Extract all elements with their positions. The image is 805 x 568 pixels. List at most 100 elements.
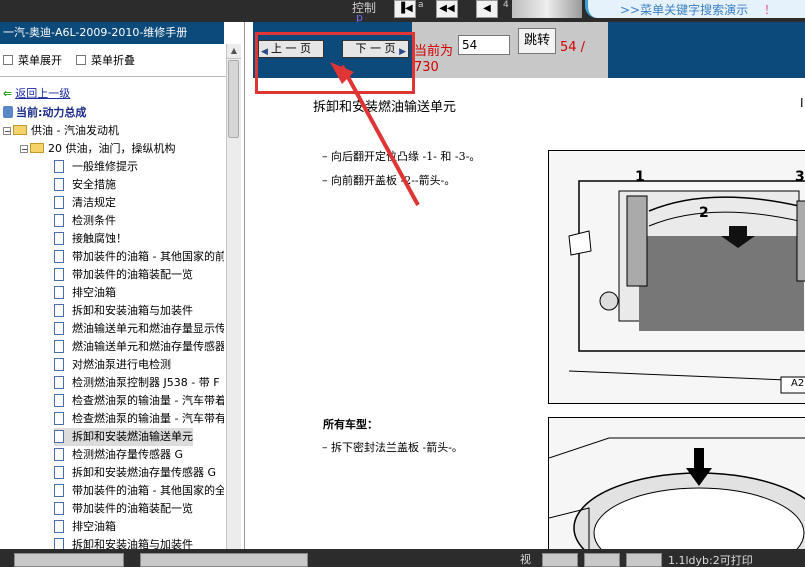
document-icon [54,340,64,353]
search-demo-link[interactable]: >>菜单关键字搜索演示 ！ [585,0,805,18]
collapse-toggle-icon[interactable]: − [20,145,28,154]
figure-fuel-unit-cover: 1 2 3 A2 [548,150,805,404]
tree-item-label: 检查燃油泵的输油量 - 汽车带着 [72,394,224,407]
tree-item[interactable]: 带加装件的油箱装配一览 [54,500,193,518]
document-icon [54,394,64,407]
tree-item-label: 清洁规定 [72,196,116,209]
tree-item[interactable]: 拆卸和安装燃油输送单元 [54,428,193,446]
document-icon [54,214,64,227]
tree-folder[interactable]: − 20 供油，油门，操纵机构 [20,140,176,158]
back-icon[interactable]: ◀ [476,0,498,18]
divider [0,76,226,77]
annotation-arrow [330,62,420,206]
tree-item-label: 接触腐蚀！ [72,232,127,245]
back-arrow-icon: ⇐ [3,87,13,100]
fig1-code: A2 [791,378,805,389]
tree-item-label: 排空油箱 [72,286,116,299]
document-icon [54,502,64,515]
expand-icon [3,55,13,65]
tree-item[interactable]: 一般维修提示 [54,158,138,176]
collapse-toggle-icon[interactable]: − [3,127,11,136]
go-button[interactable]: 跳转 [518,28,556,54]
figure-flange-cover [548,417,805,568]
scroll-up-icon[interactable]: ▲ [227,44,241,59]
tree-item[interactable]: 检测燃油存量传感器 G [54,446,183,464]
mini-label-b: 4 [503,0,509,10]
page-count: 54 / [560,40,586,55]
tree-item-label: 带加装件的油箱 - 其他国家的全 [72,484,224,497]
step-3: – 拆下密封法兰盖板 -箭头-。 [322,441,463,454]
fig1-label-3: 3 [795,169,805,185]
expand-label: 菜单展开 [18,54,62,67]
tree-item[interactable]: 检查燃油泵的输油量 - 汽车带着 [54,392,224,410]
document-icon [54,232,64,245]
tree-item[interactable]: 清洁规定 [54,194,116,212]
tree-item-label: 20 供油，油门，操纵机构 [48,142,176,155]
tree-item-label: 检测条件 [72,214,116,227]
document-icon [54,430,64,443]
folder-icon [13,125,27,135]
section-icon [3,106,13,118]
tree-item-label: 拆卸和安装燃油存量传感器 G [72,466,217,479]
tree-item-label: 排空油箱 [72,520,116,533]
back-link[interactable]: ⇐ 返回上一级 [3,85,70,103]
document-icon [54,466,64,479]
print-info: 1.1ldyb:2可打印 [668,554,753,567]
current-section: 当前:动力总成 [3,104,86,122]
scroll-thumb[interactable] [228,60,239,138]
folder-icon [30,143,44,153]
tree-item[interactable]: 排空油箱 [54,284,116,302]
tree-item[interactable]: 检测燃油泵控制器 J538 - 带 F [54,374,220,392]
doc-page-marker: I [800,96,804,110]
page-number-input[interactable] [458,35,510,55]
manual-title: 一汽-奥迪-A6L-2009-2010-维修手册 [0,22,224,44]
view-button-3[interactable] [626,553,662,567]
tree-item[interactable]: 带加装件的油箱 - 其他国家的全 [54,482,224,500]
collapse-menu-button[interactable]: 菜单折叠 [76,52,135,68]
tree-item[interactable]: 对燃油泵进行电检测 [54,356,171,374]
left-scrollbar[interactable]: ▲ [226,44,241,549]
document-icon [54,484,64,497]
tree-item-label: 对燃油泵进行电检测 [72,358,171,371]
tree-item[interactable]: 燃油输送单元和燃油存量显示传 [54,320,224,338]
tree-item[interactable]: 燃油输送单元和燃油存量传感器 [54,338,224,356]
search-demo-label: >>菜单关键字搜索演示 [620,3,749,17]
document-icon [54,358,64,371]
tree-item[interactable]: 带加装件的油箱 - 其他国家的前 [54,248,224,266]
view-button-2[interactable] [584,553,620,567]
taskbar-button-1[interactable] [14,553,124,567]
tree-item-label: 带加装件的油箱 - 其他国家的前 [72,250,224,263]
taskbar-button-2[interactable] [140,553,308,567]
tree-item-label: 安全措施 [72,178,116,191]
tree-item-label: 一般维修提示 [72,160,138,173]
document-icon [54,448,64,461]
tree-item[interactable]: 排空油箱 [54,518,116,536]
tree-folder[interactable]: − 供油 - 汽油发动机 [3,122,119,140]
all-models-heading: 所有车型： [323,418,378,431]
first-page-icon[interactable]: ▐◀ [394,0,416,18]
expand-menu-button[interactable]: 菜单展开 [3,52,62,68]
figure-1-drawing [549,151,805,403]
document-icon [54,304,64,317]
tree-item-label: 带加装件的油箱装配一览 [72,268,193,281]
document-icon [54,178,64,191]
prev-page-icon[interactable]: ◀◀ [436,0,458,18]
tree-item-label: 燃油输送单元和燃油存量显示传 [72,322,224,335]
tree-item[interactable]: 拆卸和安装燃油存量传感器 G [54,464,216,482]
tree-item[interactable]: 检查燃油泵的输油量 - 汽车带有 [54,410,224,428]
tree-item-label: 拆卸和安装油箱与加装件 [72,304,193,317]
view-button-1[interactable] [542,553,578,567]
tree-item[interactable]: 接触腐蚀！ [54,230,127,248]
document-icon [54,286,64,299]
search-demo-mark: ！ [764,3,777,17]
document-icon [54,160,64,173]
document-icon [54,268,64,281]
tree-item[interactable]: 拆卸和安装油箱与加装件 [54,302,193,320]
current-page-label: 当前为 [414,44,454,59]
tree-item[interactable]: 检测条件 [54,212,116,230]
tree-item-label: 带加装件的油箱装配一览 [72,502,193,515]
tree-item[interactable]: 带加装件的油箱装配一览 [54,266,193,284]
document-icon [54,520,64,533]
view-label: 视 [520,553,531,566]
tree-item[interactable]: 安全措施 [54,176,116,194]
